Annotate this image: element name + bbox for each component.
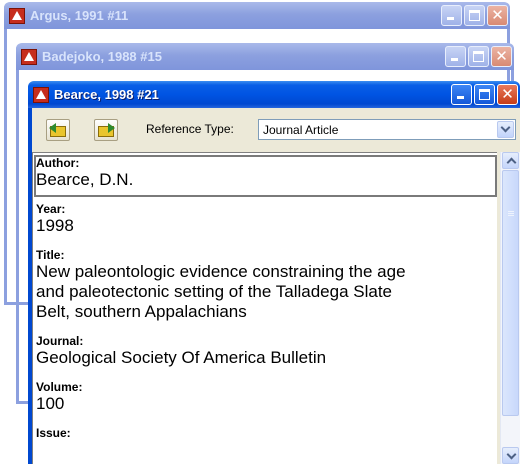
minimize-button[interactable] — [451, 84, 472, 105]
reference-type-value: Journal Article — [263, 123, 339, 137]
endnote-app-icon — [21, 48, 37, 65]
title-field[interactable]: Title: New paleontologic evidence constr… — [36, 248, 497, 322]
title-value-line[interactable]: and paleotectonic setting of the Tallade… — [36, 282, 497, 302]
volume-label: Volume: — [36, 380, 83, 394]
title-bar[interactable]: Bearce, 1998 #21 ✕ — [28, 81, 520, 108]
maximize-button[interactable] — [468, 46, 489, 67]
journal-label: Journal: — [36, 334, 84, 348]
year-field[interactable]: Year: 1998 — [36, 202, 497, 236]
window-title: Argus, 1991 #11 — [30, 8, 129, 23]
close-button[interactable]: ✕ — [497, 84, 518, 105]
close-icon: ✕ — [491, 6, 504, 24]
minimize-button[interactable] — [441, 5, 462, 26]
reference-type-label: Reference Type: — [146, 122, 234, 136]
minimize-icon — [451, 58, 458, 61]
title-value-line[interactable]: Belt, southern Appalachians — [36, 302, 497, 322]
next-reference-button[interactable] — [94, 119, 118, 141]
scroll-up-button[interactable] — [502, 152, 519, 169]
endnote-app-icon — [9, 7, 25, 24]
volume-value[interactable]: 100 — [36, 394, 497, 414]
issue-field[interactable]: Issue: — [36, 426, 497, 440]
title-bar[interactable]: Badejoko, 1988 #15 ✕ — [16, 43, 514, 70]
maximize-icon — [473, 51, 484, 62]
maximize-button[interactable] — [464, 5, 485, 26]
reference-type-select[interactable]: Journal Article — [258, 119, 516, 140]
author-value[interactable]: Bearce, D.N. — [36, 170, 497, 190]
close-icon: ✕ — [495, 47, 508, 65]
endnote-app-icon — [33, 86, 49, 103]
minimize-button[interactable] — [445, 46, 466, 67]
reference-window-bearce[interactable]: Bearce, 1998 #21 ✕ Reference Type: Journ… — [28, 81, 520, 464]
minimize-icon — [457, 96, 464, 99]
maximize-button[interactable] — [474, 84, 495, 105]
issue-label: Issue: — [36, 426, 71, 440]
journal-value[interactable]: Geological Society Of America Bulletin — [36, 348, 497, 368]
author-field[interactable]: Author: Bearce, D.N. — [36, 156, 497, 190]
scrollbar-thumb[interactable] — [502, 170, 519, 416]
chevron-up-icon — [506, 157, 517, 168]
reference-fields-panel: Author: Bearce, D.N. Year: 1998 Title: N… — [32, 152, 497, 464]
close-button[interactable]: ✕ — [491, 46, 512, 67]
journal-field[interactable]: Journal: Geological Society Of America B… — [36, 334, 497, 368]
close-icon: ✕ — [501, 85, 514, 103]
year-value[interactable]: 1998 — [36, 216, 497, 236]
window-title: Badejoko, 1988 #15 — [42, 49, 162, 64]
maximize-icon — [469, 10, 480, 21]
volume-field[interactable]: Volume: 100 — [36, 380, 497, 414]
title-value-line[interactable]: New paleontologic evidence constraining … — [36, 262, 497, 282]
title-label: Title: — [36, 248, 65, 262]
previous-reference-button[interactable] — [46, 119, 70, 141]
maximize-icon — [479, 89, 490, 100]
close-button[interactable]: ✕ — [487, 5, 508, 26]
scroll-down-button[interactable] — [502, 447, 519, 464]
chevron-down-icon — [506, 449, 517, 460]
year-label: Year: — [36, 202, 66, 216]
window-title: Bearce, 1998 #21 — [54, 87, 159, 102]
vertical-scrollbar[interactable] — [500, 152, 520, 464]
minimize-icon — [447, 17, 454, 20]
reference-toolbar: Reference Type: Journal Article — [32, 108, 516, 152]
author-label: Author: — [36, 156, 80, 170]
chevron-down-icon[interactable] — [497, 121, 514, 138]
title-bar[interactable]: Argus, 1991 #11 ✕ — [4, 2, 510, 29]
